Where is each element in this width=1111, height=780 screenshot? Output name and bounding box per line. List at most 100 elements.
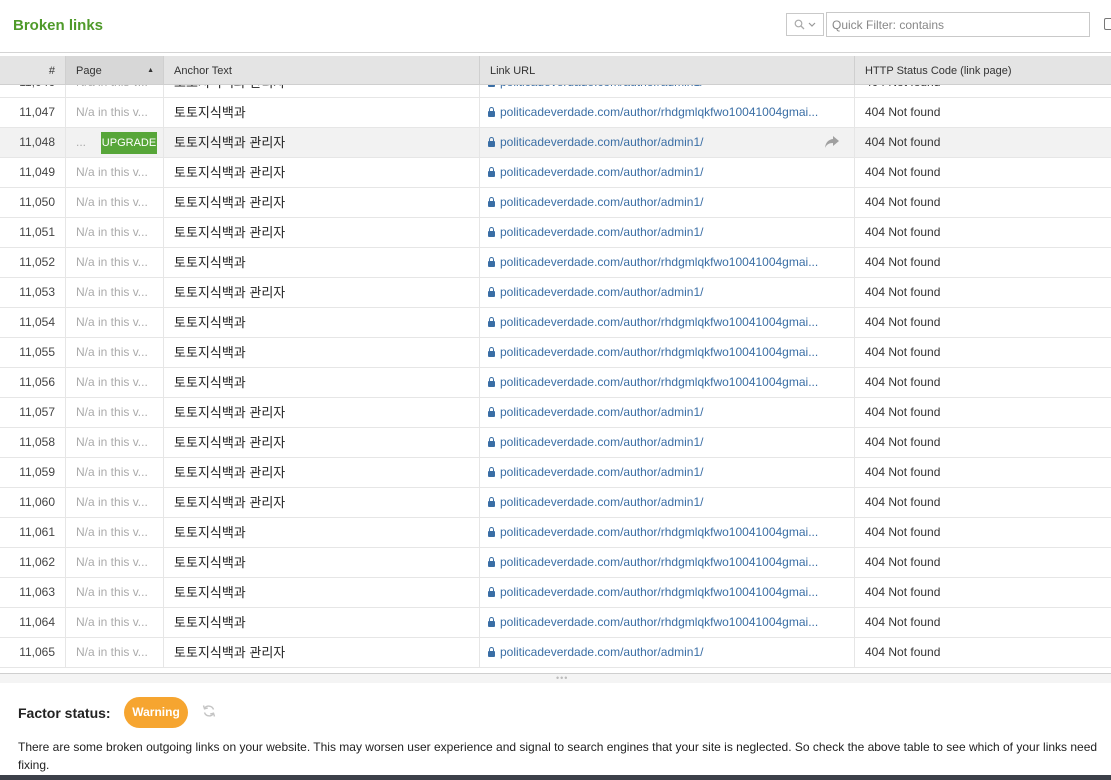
link-url-text[interactable]: politicadeverdade.com/author/rhdgmlqkfwo…	[500, 315, 818, 329]
table-row[interactable]: 11,061 N/a in this v... 토토지식백과 politicadeve…	[0, 518, 1111, 548]
table-row[interactable]: 11,063 N/a in this v... 토토지식백과 politicadeve…	[0, 578, 1111, 608]
anchor-text-cell: 토토지식백과 관리자	[164, 278, 480, 307]
link-url-cell[interactable]: politicadeverdade.com/author/admin1/	[480, 638, 855, 667]
link-url-cell[interactable]: politicadeverdade.com/author/admin1/	[480, 128, 855, 157]
link-url-cell[interactable]: politicadeverdade.com/author/admin1/	[480, 85, 855, 97]
row-number: 11,057	[0, 398, 66, 427]
quick-filter-input[interactable]	[826, 12, 1090, 37]
filter-mode-dropdown[interactable]	[786, 13, 824, 36]
anchor-text-cell: 토토지식백과 관리자	[164, 428, 480, 457]
table-row[interactable]: 11,048... UPGRADE 토토지식백과 관리자 politicadeverd…	[0, 128, 1111, 158]
link-url-cell[interactable]: politicadeverdade.com/author/rhdgmlqkfwo…	[480, 578, 855, 607]
table-row[interactable]: 11,054 N/a in this v... 토토지식백과 politicadeve…	[0, 308, 1111, 338]
link-url-text[interactable]: politicadeverdade.com/author/admin1/	[500, 225, 703, 239]
link-url-text[interactable]: politicadeverdade.com/author/admin1/	[500, 165, 703, 179]
panel-resize-handle[interactable]: •••	[0, 673, 1111, 683]
share-icon[interactable]	[824, 135, 840, 149]
link-url-cell[interactable]: politicadeverdade.com/author/rhdgmlqkfwo…	[480, 368, 855, 397]
link-url-cell[interactable]: politicadeverdade.com/author/admin1/	[480, 428, 855, 457]
table-row[interactable]: 11,053 N/a in this v... 토토지식백과 관리자 politica…	[0, 278, 1111, 308]
link-url-cell[interactable]: politicadeverdade.com/author/rhdgmlqkfwo…	[480, 248, 855, 277]
link-url-cell[interactable]: politicadeverdade.com/author/admin1/	[480, 458, 855, 487]
table-row[interactable]: 11,059 N/a in this v... 토토지식백과 관리자 politica…	[0, 458, 1111, 488]
lock-icon	[488, 137, 495, 147]
row-number: 11,046	[0, 85, 66, 97]
link-url-text[interactable]: politicadeverdade.com/author/admin1/	[500, 495, 703, 509]
table-row[interactable]: 11,052 N/a in this v... 토토지식백과 politicadeve…	[0, 248, 1111, 278]
table-row[interactable]: 11,051 N/a in this v... 토토지식백과 관리자 politica…	[0, 218, 1111, 248]
anchor-text-cell: 토토지식백과 관리자	[164, 188, 480, 217]
table-header: # Page ▲ Anchor Text Link URL HTTP Statu…	[0, 56, 1111, 85]
page-cell-text: ...	[76, 135, 87, 149]
table-body[interactable]: 11,046 N/a in this v... 토토지식백과 관리자 politica…	[0, 85, 1111, 673]
link-url-text[interactable]: politicadeverdade.com/author/rhdgmlqkfwo…	[500, 525, 818, 539]
link-url-text[interactable]: politicadeverdade.com/author/admin1/	[500, 405, 703, 419]
table-row[interactable]: 11,060 N/a in this v... 토토지식백과 관리자 politica…	[0, 488, 1111, 518]
link-url-text[interactable]: politicadeverdade.com/author/rhdgmlqkfwo…	[500, 615, 818, 629]
table-row[interactable]: 11,050 N/a in this v... 토토지식백과 관리자 politica…	[0, 188, 1111, 218]
link-url-text[interactable]: politicadeverdade.com/author/rhdgmlqkfwo…	[500, 375, 818, 389]
export-icon[interactable]	[1104, 18, 1111, 30]
column-header-link-url[interactable]: Link URL	[480, 56, 855, 84]
link-url-text[interactable]: politicadeverdade.com/author/admin1/	[500, 435, 703, 449]
lock-icon	[488, 497, 495, 507]
link-url-text[interactable]: politicadeverdade.com/author/admin1/	[500, 285, 703, 299]
table-row[interactable]: 11,046 N/a in this v... 토토지식백과 관리자 politica…	[0, 85, 1111, 98]
anchor-text-cell: 토토지식백과	[164, 608, 480, 637]
link-url-text[interactable]: politicadeverdade.com/author/admin1/	[500, 135, 703, 149]
table-row[interactable]: 11,057 N/a in this v... 토토지식백과 관리자 politica…	[0, 398, 1111, 428]
column-header-page[interactable]: Page ▲	[66, 56, 164, 84]
link-url-cell[interactable]: politicadeverdade.com/author/rhdgmlqkfwo…	[480, 518, 855, 547]
link-url-text[interactable]: politicadeverdade.com/author/rhdgmlqkfwo…	[500, 585, 818, 599]
table-row[interactable]: 11,056 N/a in this v... 토토지식백과 politicadeve…	[0, 368, 1111, 398]
table-row[interactable]: 11,049 N/a in this v... 토토지식백과 관리자 politica…	[0, 158, 1111, 188]
table-row[interactable]: 11,062 N/a in this v... 토토지식백과 politicadeve…	[0, 548, 1111, 578]
table-row[interactable]: 11,055 N/a in this v... 토토지식백과 politicadeve…	[0, 338, 1111, 368]
row-number: 11,049	[0, 158, 66, 187]
link-url-text[interactable]: politicadeverdade.com/author/rhdgmlqkfwo…	[500, 555, 818, 569]
row-number: 11,053	[0, 278, 66, 307]
page-cell: N/a in this v...	[66, 158, 164, 187]
lock-icon	[488, 377, 495, 387]
link-url-text[interactable]: politicadeverdade.com/author/admin1/	[500, 195, 703, 209]
link-url-cell[interactable]: politicadeverdade.com/author/rhdgmlqkfwo…	[480, 548, 855, 577]
link-url-text[interactable]: politicadeverdade.com/author/rhdgmlqkfwo…	[500, 105, 818, 119]
page-cell-text: N/a in this v...	[76, 165, 148, 179]
status-badge: Warning	[124, 697, 188, 728]
column-header-anchor-text[interactable]: Anchor Text	[164, 56, 480, 84]
column-header-number[interactable]: #	[0, 56, 66, 84]
link-url-cell[interactable]: politicadeverdade.com/author/rhdgmlqkfwo…	[480, 308, 855, 337]
table-row[interactable]: 11,064 N/a in this v... 토토지식백과 politicadeve…	[0, 608, 1111, 638]
bottom-status-bar	[0, 775, 1111, 780]
table-row[interactable]: 11,065 N/a in this v... 토토지식백과 관리자 politica…	[0, 638, 1111, 668]
link-url-text[interactable]: politicadeverdade.com/author/rhdgmlqkfwo…	[500, 345, 818, 359]
column-header-http-status[interactable]: HTTP Status Code (link page)	[855, 56, 1111, 84]
link-url-cell[interactable]: politicadeverdade.com/author/admin1/	[480, 488, 855, 517]
link-url-cell[interactable]: politicadeverdade.com/author/admin1/	[480, 218, 855, 247]
page-cell-text: N/a in this v...	[76, 225, 148, 239]
lock-icon	[488, 437, 495, 447]
http-status-cell: 404 Not found	[865, 465, 941, 479]
http-status-cell: 404 Not found	[865, 285, 941, 299]
row-number: 11,055	[0, 338, 66, 367]
table-row[interactable]: 11,058 N/a in this v... 토토지식백과 관리자 politica…	[0, 428, 1111, 458]
link-url-cell[interactable]: politicadeverdade.com/author/admin1/	[480, 158, 855, 187]
page-cell-text: N/a in this v...	[76, 85, 148, 89]
link-url-text[interactable]: politicadeverdade.com/author/admin1/	[500, 645, 703, 659]
lock-icon	[488, 587, 495, 597]
page-cell: N/a in this v...	[66, 85, 164, 97]
link-url-text[interactable]: politicadeverdade.com/author/admin1/	[500, 465, 703, 479]
table-row[interactable]: 11,047 N/a in this v... 토토지식백과 politicadeve…	[0, 98, 1111, 128]
link-url-cell[interactable]: politicadeverdade.com/author/admin1/	[480, 278, 855, 307]
link-url-cell[interactable]: politicadeverdade.com/author/rhdgmlqkfwo…	[480, 608, 855, 637]
link-url-cell[interactable]: politicadeverdade.com/author/admin1/	[480, 188, 855, 217]
link-url-cell[interactable]: politicadeverdade.com/author/rhdgmlqkfwo…	[480, 98, 855, 127]
search-icon	[794, 19, 805, 30]
refresh-icon[interactable]	[202, 704, 216, 718]
link-url-text[interactable]: politicadeverdade.com/author/admin1/	[500, 85, 703, 89]
link-url-cell[interactable]: politicadeverdade.com/author/admin1/	[480, 398, 855, 427]
link-url-text[interactable]: politicadeverdade.com/author/rhdgmlqkfwo…	[500, 255, 818, 269]
link-url-cell[interactable]: politicadeverdade.com/author/rhdgmlqkfwo…	[480, 338, 855, 367]
page-cell-text: N/a in this v...	[76, 495, 148, 509]
upgrade-button[interactable]: UPGRADE	[101, 132, 157, 154]
